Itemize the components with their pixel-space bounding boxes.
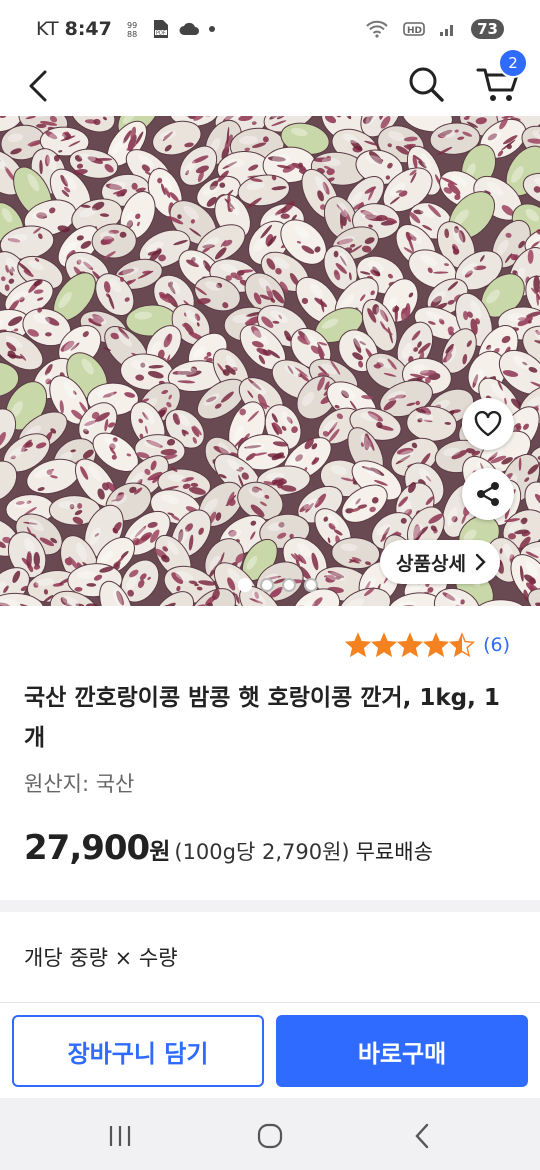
review-count[interactable]: (6) bbox=[483, 634, 510, 656]
product-price: 27,900 bbox=[24, 828, 150, 868]
product-detail-button[interactable]: 상품상세 bbox=[380, 540, 500, 584]
purchase-action-bar: 장바구니 담기 바로구매 bbox=[0, 1002, 540, 1098]
chevron-right-icon bbox=[475, 553, 486, 571]
product-title: 국산 깐호랑이콩 밤콩 햇 호랑이콩 깐거, 1kg, 1개 bbox=[24, 685, 500, 751]
price-row: 27,900 원 (100g당 2,790원) 무료배송 bbox=[24, 828, 433, 868]
home-icon bbox=[257, 1123, 283, 1149]
status-time: 8:47 bbox=[64, 18, 112, 40]
buy-now-button[interactable]: 바로구매 bbox=[276, 1015, 528, 1087]
section-divider bbox=[0, 900, 540, 912]
product-detail-label: 상품상세 bbox=[396, 552, 466, 575]
rating-star bbox=[448, 632, 476, 658]
wifi-icon bbox=[365, 20, 389, 38]
product-info: (6) 국산 깐호랑이콩 밤콩 햇 호랑이콩 깐거, 1kg, 1개 원산지: … bbox=[0, 606, 540, 900]
option-selector[interactable]: 개당 중량 × 수량 bbox=[0, 912, 540, 1002]
option-label: 개당 중량 × 수량 bbox=[24, 946, 178, 970]
system-back-icon bbox=[415, 1123, 429, 1149]
gallery-dot bbox=[304, 578, 318, 592]
notification-dot-icon bbox=[208, 25, 216, 33]
recent-apps-button[interactable] bbox=[100, 1116, 140, 1156]
rating-star bbox=[396, 632, 424, 658]
heart-icon bbox=[474, 411, 502, 437]
shipping-info: 무료배송 bbox=[355, 840, 433, 864]
cloud-icon bbox=[178, 21, 200, 37]
gallery-dot bbox=[238, 578, 252, 592]
dual-sim-icon: 99 88 bbox=[126, 19, 144, 39]
search-button[interactable] bbox=[404, 62, 448, 106]
battery-indicator: 73 bbox=[471, 19, 504, 39]
svg-text:99: 99 bbox=[127, 21, 137, 30]
back-arrow-icon bbox=[29, 70, 47, 102]
product-origin: 원산지: 국산 bbox=[24, 772, 135, 796]
home-button[interactable] bbox=[250, 1116, 290, 1156]
svg-text:PDF: PDF bbox=[156, 31, 166, 37]
rating-star bbox=[370, 632, 398, 658]
svg-text:HD: HD bbox=[407, 26, 422, 36]
wishlist-button[interactable] bbox=[462, 398, 514, 450]
unit-price: (100g당 2,790원) bbox=[174, 840, 350, 864]
gallery-page-indicator bbox=[238, 578, 318, 592]
carrier-label: KT bbox=[36, 18, 59, 40]
hd-icon: HD bbox=[403, 21, 425, 37]
system-navigation-bar bbox=[0, 1098, 540, 1170]
gallery-dot bbox=[260, 578, 274, 592]
app-header: 2 bbox=[0, 48, 540, 116]
pdf-file-icon: PDF bbox=[152, 19, 170, 39]
status-bar: KT 8:47 99 88 PDF HD 73 bbox=[0, 0, 540, 58]
price-currency: 원 bbox=[149, 839, 171, 865]
rating-star bbox=[422, 632, 450, 658]
gallery-dot bbox=[282, 578, 296, 592]
rating-summary[interactable]: (6) bbox=[345, 632, 510, 658]
search-icon bbox=[409, 67, 444, 102]
rating-star bbox=[345, 632, 372, 658]
back-button[interactable] bbox=[20, 64, 56, 108]
system-back-button[interactable] bbox=[402, 1116, 442, 1156]
signal-icon bbox=[439, 21, 457, 37]
product-photo bbox=[0, 116, 540, 606]
svg-text:88: 88 bbox=[127, 30, 137, 39]
product-image-gallery[interactable]: 상품상세 bbox=[0, 116, 540, 606]
recent-apps-icon bbox=[109, 1126, 131, 1146]
cart-count-badge: 2 bbox=[498, 48, 528, 78]
star-rating-icon bbox=[345, 632, 476, 658]
share-icon bbox=[477, 482, 499, 506]
add-to-cart-button[interactable]: 장바구니 담기 bbox=[12, 1015, 264, 1087]
share-button[interactable] bbox=[462, 468, 514, 520]
